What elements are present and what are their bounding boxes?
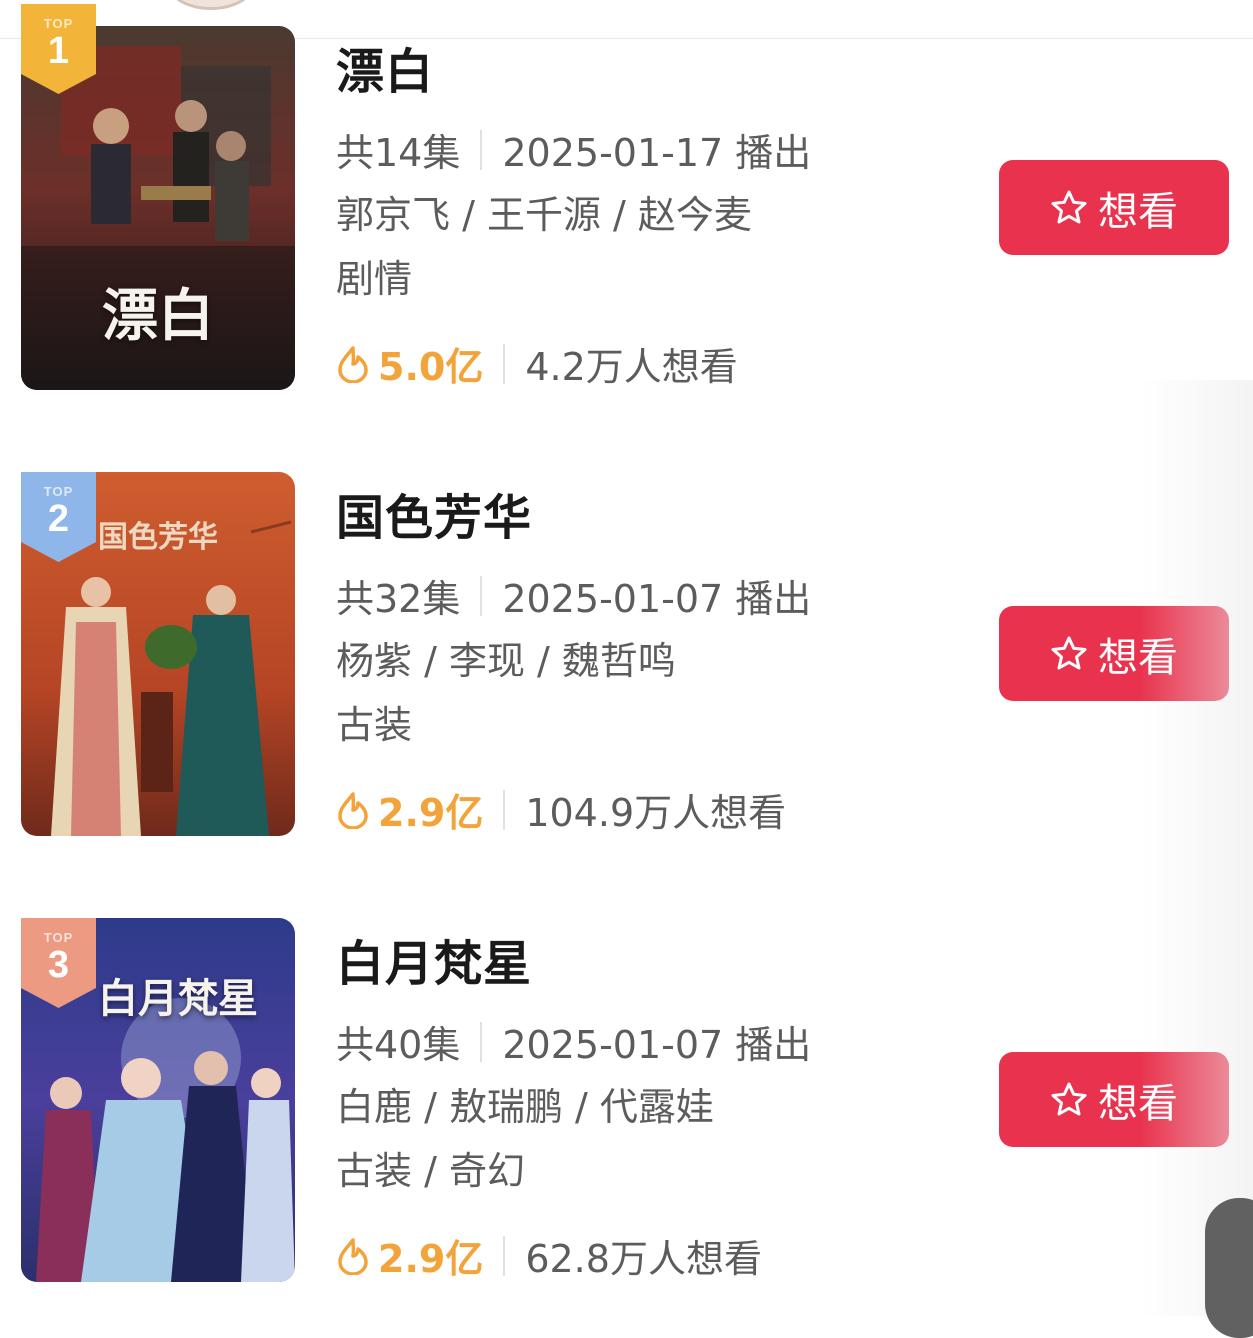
episode-air-info: 共32集 2025-01-07 播出 xyxy=(336,568,811,623)
popularity-stats: 2.9亿 104.9万人想看 xyxy=(336,782,786,837)
air-date: 2025-01-17 播出 xyxy=(502,131,812,175)
rank-label: TOP xyxy=(43,484,74,499)
list-item[interactable]: 漂白 TOP 1 漂白 共14集 2025-01-17 播出 郭京飞 / 王千源… xyxy=(0,4,1253,406)
genre-tags: 剧情 xyxy=(336,257,413,301)
want-to-watch-button[interactable]: 想看 xyxy=(999,160,1229,255)
rank-number: 2 xyxy=(47,498,70,540)
rank-badge: TOP 2 xyxy=(21,472,96,562)
genre-tags: 古装 / 奇幻 xyxy=(336,1149,525,1193)
drama-title[interactable]: 白月梵星 xyxy=(336,924,532,994)
want-count: 104.9万人想看 xyxy=(525,791,787,835)
list-item[interactable]: 国色芳华 TOP 2 国色芳华 共32集 2025-01-07 播出 杨紫 / … xyxy=(0,472,1253,852)
popularity-stats: 5.0亿 4.2万人想看 xyxy=(336,336,738,391)
rank-label: TOP xyxy=(43,930,74,945)
episode-count: 共32集 xyxy=(336,577,461,621)
rank-badge: TOP 1 xyxy=(21,4,96,94)
want-count: 4.2万人想看 xyxy=(525,345,738,389)
heat-value: 2.9亿 xyxy=(378,791,484,835)
drama-title[interactable]: 国色芳华 xyxy=(336,478,532,548)
rank-badge: TOP 3 xyxy=(21,918,96,1008)
episode-air-info: 共14集 2025-01-17 播出 xyxy=(336,122,811,177)
divider xyxy=(480,575,483,616)
poster-title-text: 漂白 xyxy=(102,283,214,349)
divider xyxy=(503,1235,506,1276)
rank-label: TOP xyxy=(43,16,74,31)
divider xyxy=(503,789,506,830)
genre-tags: 古装 xyxy=(336,703,413,747)
fire-icon xyxy=(338,791,368,829)
popularity-stats: 2.9亿 62.8万人想看 xyxy=(336,1228,762,1283)
star-outline-icon xyxy=(1051,190,1087,223)
divider xyxy=(480,129,483,170)
rank-number: 1 xyxy=(47,30,70,72)
button-label: 想看 xyxy=(1098,188,1178,235)
star-outline-icon xyxy=(1051,636,1087,669)
edge-shadow xyxy=(1140,380,1253,1316)
fire-icon xyxy=(338,345,368,383)
cast-list: 郭京飞 / 王千源 / 赵今麦 xyxy=(336,193,752,237)
drama-title[interactable]: 漂白 xyxy=(336,32,434,102)
air-date: 2025-01-07 播出 xyxy=(502,577,812,621)
drama-ranking-list: 漂白 TOP 1 漂白 共14集 2025-01-17 播出 郭京飞 / 王千源… xyxy=(0,0,1253,1316)
want-count: 62.8万人想看 xyxy=(525,1237,762,1281)
floating-scroll-handle[interactable] xyxy=(1205,1198,1253,1338)
episode-count: 共14集 xyxy=(336,131,461,175)
cast-list: 白鹿 / 敖瑞鹏 / 代露娃 xyxy=(336,1085,714,1129)
fire-icon xyxy=(338,1237,368,1275)
heat-value: 2.9亿 xyxy=(378,1237,484,1281)
episode-count: 共40集 xyxy=(336,1023,461,1067)
heat-value: 5.0亿 xyxy=(378,345,484,389)
divider xyxy=(480,1021,483,1062)
air-date: 2025-01-07 播出 xyxy=(502,1023,812,1067)
rank-number: 3 xyxy=(47,944,70,986)
divider xyxy=(503,343,506,384)
star-outline-icon xyxy=(1051,1082,1087,1115)
list-item[interactable]: 白月梵星 TOP 3 白月梵星 共40集 2025-01-07 播出 白鹿 / … xyxy=(0,918,1253,1298)
episode-air-info: 共40集 2025-01-07 播出 xyxy=(336,1014,811,1069)
cast-list: 杨紫 / 李现 / 魏哲鸣 xyxy=(336,639,676,683)
